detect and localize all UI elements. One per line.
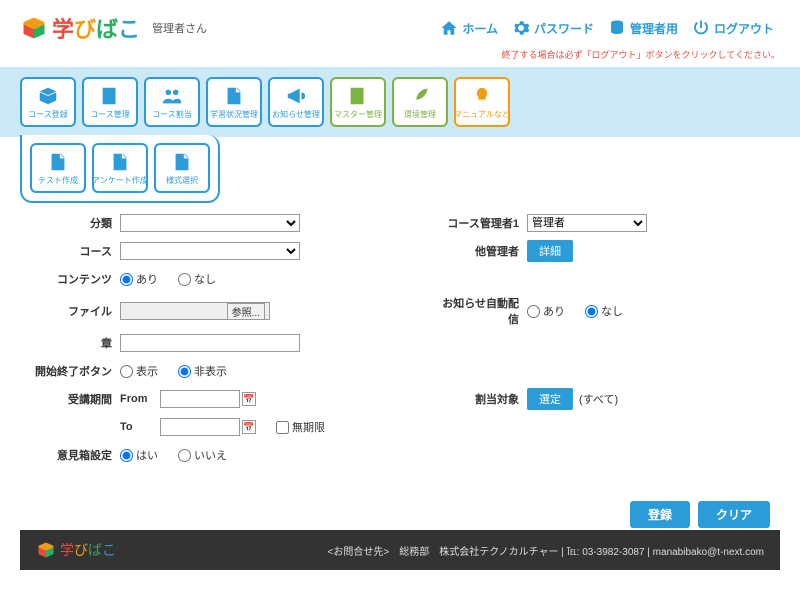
unlimited-checkbox[interactable]: 無期限 xyxy=(276,419,325,435)
bulb-icon xyxy=(471,85,493,107)
box-icon xyxy=(37,85,59,107)
label-from: From xyxy=(120,393,160,405)
calendar-icon[interactable] xyxy=(242,392,256,406)
file-browse-button[interactable]: 参照... xyxy=(227,303,265,320)
nav-tab-7[interactable]: マニュアルなど xyxy=(454,77,510,127)
doc-icon xyxy=(223,85,245,107)
book-icon xyxy=(99,85,121,107)
box-logo-icon xyxy=(20,14,48,42)
reanswer-no-radio[interactable]: いいえ xyxy=(178,447,227,463)
password-link[interactable]: パスワード xyxy=(506,19,600,37)
nav-tab-1[interactable]: コース管理 xyxy=(82,77,138,127)
endbtn-show-radio[interactable]: 表示 xyxy=(120,363,158,379)
contents-yes-radio[interactable]: あり xyxy=(120,271,158,287)
label-instructor1: コース管理者1 xyxy=(437,215,527,231)
megaphone-icon xyxy=(285,85,307,107)
header: 学びばこ 管理者さん ホーム パスワード 管理者用 ログアウト xyxy=(0,0,800,48)
submit-button[interactable]: 登録 xyxy=(630,501,690,528)
label-auto-notify: お知らせ自動配信 xyxy=(437,295,527,327)
footer-contact: <お問合せ先> 総務部 株式会社テクノカルチャー | ℡: 03-3982-30… xyxy=(328,543,764,558)
sub-nav: テスト作成アンケート作成様式選択 xyxy=(20,135,220,203)
people-icon xyxy=(161,85,183,107)
nav-tab-0[interactable]: コース登録 xyxy=(20,77,76,127)
current-user: 管理者さん xyxy=(152,20,207,36)
subnav-tab-1[interactable]: アンケート作成 xyxy=(92,143,148,193)
doc-icon xyxy=(171,151,193,173)
nav-tab-5[interactable]: マスター管理 xyxy=(330,77,386,127)
course-form: 分類 コース管理者1管理者 コース 他管理者詳細 コンテンツ あり なし ファイ… xyxy=(0,205,800,491)
book-icon xyxy=(347,85,369,107)
nav-tab-3[interactable]: 学習状況管理 xyxy=(206,77,262,127)
label-category: 分類 xyxy=(30,215,120,231)
file-input[interactable]: 参照... xyxy=(120,302,270,320)
logout-notice: 終了する場合は必ず「ログアウト」ボタンをクリックしてください。 xyxy=(0,48,800,67)
doc-icon xyxy=(47,151,69,173)
logout-link[interactable]: ログアウト xyxy=(686,19,780,37)
target-all-text: (すべて) xyxy=(579,391,618,407)
label-target: 割当対象 xyxy=(437,391,527,407)
subnav-tab-0[interactable]: テスト作成 xyxy=(30,143,86,193)
category-select[interactable] xyxy=(120,214,300,232)
label-other-instructor: 他管理者 xyxy=(437,243,527,259)
nav-tab-2[interactable]: コース割当 xyxy=(144,77,200,127)
feather-icon xyxy=(409,85,431,107)
label-chapter: 章 xyxy=(30,335,120,351)
label-contents: コンテンツ xyxy=(30,271,120,287)
subnav-tab-2[interactable]: 様式選択 xyxy=(154,143,210,193)
endbtn-hide-radio[interactable]: 非表示 xyxy=(178,363,227,379)
gear-icon xyxy=(512,19,530,37)
detail-button[interactable]: 詳細 xyxy=(527,240,573,262)
doc-icon xyxy=(109,151,131,173)
power-icon xyxy=(692,19,710,37)
box-logo-icon xyxy=(36,540,56,560)
notify-no-radio[interactable]: なし xyxy=(585,303,623,319)
calendar-icon[interactable] xyxy=(242,420,256,434)
nav-tab-4[interactable]: お知らせ管理 xyxy=(268,77,324,127)
home-icon xyxy=(440,19,458,37)
logo: 学びばこ xyxy=(20,12,140,44)
label-reanswer: 意見箱設定 xyxy=(30,447,120,463)
notify-yes-radio[interactable]: あり xyxy=(527,303,565,319)
from-date-input[interactable] xyxy=(160,390,240,408)
contents-no-radio[interactable]: なし xyxy=(178,271,216,287)
home-link[interactable]: ホーム xyxy=(434,19,504,37)
footer: 学びばこ <お問合せ先> 総務部 株式会社テクノカルチャー | ℡: 03-39… xyxy=(20,530,780,570)
course-select[interactable] xyxy=(120,242,300,260)
label-end-button: 開始終了ボタン xyxy=(30,363,120,379)
nav-tab-6[interactable]: 環境管理 xyxy=(392,77,448,127)
label-period: 受講期間 xyxy=(30,391,120,407)
database-icon xyxy=(608,19,626,37)
main-nav: コース登録コース管理コース割当学習状況管理お知らせ管理マスター管理環境管理マニュ… xyxy=(0,67,800,137)
clear-button[interactable]: クリア xyxy=(698,501,770,528)
label-course: コース xyxy=(30,243,120,259)
to-date-input[interactable] xyxy=(160,418,240,436)
admin-link[interactable]: 管理者用 xyxy=(602,19,684,37)
instructor1-select[interactable]: 管理者 xyxy=(527,214,647,232)
label-to: To xyxy=(120,421,160,433)
chapter-input[interactable] xyxy=(120,334,300,352)
select-target-button[interactable]: 選定 xyxy=(527,388,573,410)
brand-text: 学びばこ xyxy=(52,12,140,44)
label-file: ファイル xyxy=(30,303,120,319)
reanswer-yes-radio[interactable]: はい xyxy=(120,447,158,463)
footer-brand: 学びばこ xyxy=(60,540,116,560)
